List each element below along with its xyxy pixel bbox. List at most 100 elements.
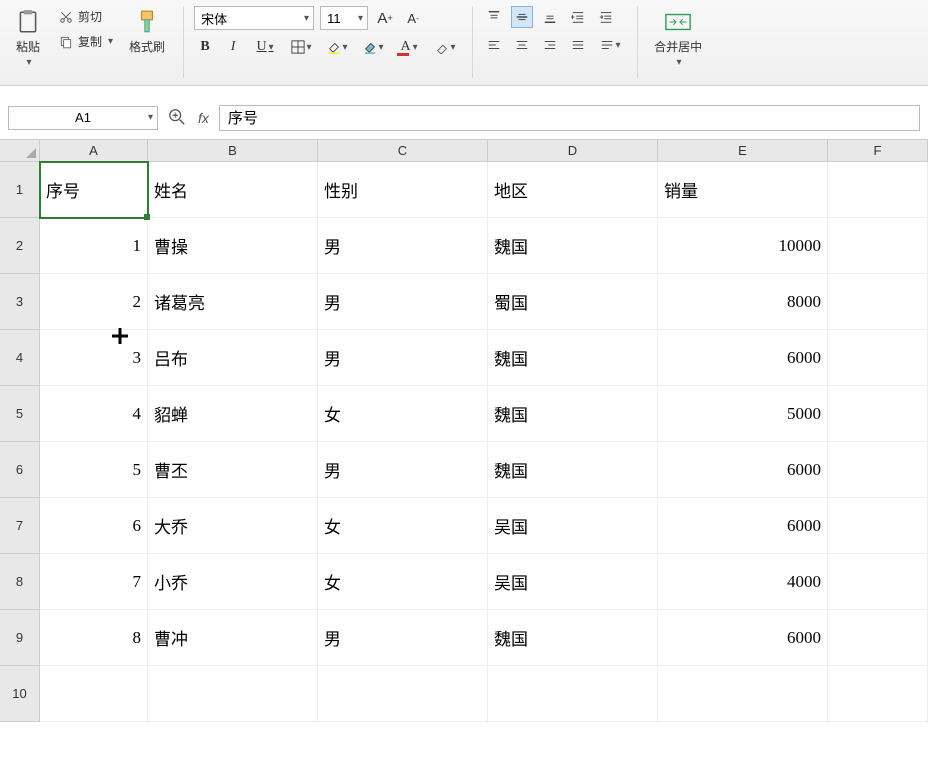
fill-pattern-button[interactable]: ▾ [358, 36, 388, 58]
cell-E4[interactable]: 6000 [658, 330, 828, 386]
cell-E3[interactable]: 8000 [658, 274, 828, 330]
cell-C6[interactable]: 男 [318, 442, 488, 498]
cell-C2[interactable]: 男 [318, 218, 488, 274]
cell-C7[interactable]: 女 [318, 498, 488, 554]
justify-button[interactable] [567, 34, 589, 56]
decrease-indent-button[interactable] [567, 6, 589, 28]
cell-D8[interactable]: 吴国 [488, 554, 658, 610]
row-header-4[interactable]: 4 [0, 330, 40, 386]
cell-F4[interactable] [828, 330, 928, 386]
cell-D5[interactable]: 魏国 [488, 386, 658, 442]
row-header-7[interactable]: 7 [0, 498, 40, 554]
cell-A6[interactable]: 5 [40, 442, 148, 498]
decrease-font-button[interactable]: A- [402, 7, 424, 29]
row-header-3[interactable]: 3 [0, 274, 40, 330]
cell-D2[interactable]: 魏国 [488, 218, 658, 274]
bold-button[interactable]: B [194, 36, 216, 58]
cell-A9[interactable]: 8 [40, 610, 148, 666]
cut-button[interactable]: 剪切 [54, 6, 117, 27]
row-header-5[interactable]: 5 [0, 386, 40, 442]
cell-C4[interactable]: 男 [318, 330, 488, 386]
increase-font-button[interactable]: A+ [374, 7, 396, 29]
paste-button[interactable]: 粘贴▾ [8, 6, 48, 70]
row-header-2[interactable]: 2 [0, 218, 40, 274]
col-header-B[interactable]: B [148, 140, 318, 162]
align-middle-button[interactable] [511, 6, 533, 28]
cell-F5[interactable] [828, 386, 928, 442]
cell-C1[interactable]: 性别 [318, 162, 488, 218]
col-header-C[interactable]: C [318, 140, 488, 162]
cell-C8[interactable]: 女 [318, 554, 488, 610]
cell-B6[interactable]: 曹丕 [148, 442, 318, 498]
cell-F10[interactable] [828, 666, 928, 722]
cell-D7[interactable]: 吴国 [488, 498, 658, 554]
cell-D9[interactable]: 魏国 [488, 610, 658, 666]
row-header-1[interactable]: 1 [0, 162, 40, 218]
cell-B10[interactable] [148, 666, 318, 722]
cell-B8[interactable]: 小乔 [148, 554, 318, 610]
cell-C3[interactable]: 男 [318, 274, 488, 330]
cell-A3[interactable]: 2 [40, 274, 148, 330]
cell-E5[interactable]: 5000 [658, 386, 828, 442]
name-box[interactable]: A1 [8, 106, 158, 130]
cell-E2[interactable]: 10000 [658, 218, 828, 274]
increase-indent-button[interactable] [595, 6, 617, 28]
italic-button[interactable]: I [222, 36, 244, 58]
cell-F8[interactable] [828, 554, 928, 610]
cell-A4[interactable]: 3 [40, 330, 148, 386]
cell-F6[interactable] [828, 442, 928, 498]
row-header-10[interactable]: 10 [0, 666, 40, 722]
cell-F2[interactable] [828, 218, 928, 274]
row-header-9[interactable]: 9 [0, 610, 40, 666]
merge-center-button[interactable]: 合并居中▾ [648, 6, 708, 70]
cell-F7[interactable] [828, 498, 928, 554]
cell-E1[interactable]: 销量 [658, 162, 828, 218]
cell-A10[interactable] [40, 666, 148, 722]
cell-F9[interactable] [828, 610, 928, 666]
underline-button[interactable]: U▾ [250, 36, 280, 58]
cell-B4[interactable]: 吕布 [148, 330, 318, 386]
cell-A7[interactable]: 6 [40, 498, 148, 554]
cell-B3[interactable]: 诸葛亮 [148, 274, 318, 330]
col-header-A[interactable]: A [40, 140, 148, 162]
cell-E6[interactable]: 6000 [658, 442, 828, 498]
cell-D6[interactable]: 魏国 [488, 442, 658, 498]
cell-A8[interactable]: 7 [40, 554, 148, 610]
cell-A5[interactable]: 4 [40, 386, 148, 442]
cell-B9[interactable]: 曹冲 [148, 610, 318, 666]
cell-D3[interactable]: 蜀国 [488, 274, 658, 330]
cell-E8[interactable]: 4000 [658, 554, 828, 610]
cell-D4[interactable]: 魏国 [488, 330, 658, 386]
col-header-F[interactable]: F [828, 140, 928, 162]
cell-A2[interactable]: 1 [40, 218, 148, 274]
borders-button[interactable]: ▾ [286, 36, 316, 58]
cell-F1[interactable] [828, 162, 928, 218]
align-left-button[interactable] [483, 34, 505, 56]
format-painter-button[interactable]: 格式刷 [123, 6, 171, 57]
copy-button[interactable]: 复制▾ [54, 31, 117, 52]
fill-color-button[interactable]: ▾ [322, 36, 352, 58]
cell-F3[interactable] [828, 274, 928, 330]
fx-label[interactable]: fx [198, 110, 209, 126]
cell-A1[interactable]: 序号 [40, 162, 148, 218]
cell-B1[interactable]: 姓名 [148, 162, 318, 218]
cell-D10[interactable] [488, 666, 658, 722]
font-name-select[interactable]: 宋体 [194, 6, 314, 30]
cell-B2[interactable]: 曹操 [148, 218, 318, 274]
cell-C10[interactable] [318, 666, 488, 722]
align-bottom-button[interactable] [539, 6, 561, 28]
align-top-button[interactable] [483, 6, 505, 28]
select-all-corner[interactable] [0, 140, 40, 162]
eraser-button[interactable]: ▾ [430, 36, 460, 58]
cell-C5[interactable]: 女 [318, 386, 488, 442]
cell-B7[interactable]: 大乔 [148, 498, 318, 554]
cell-E10[interactable] [658, 666, 828, 722]
cell-D1[interactable]: 地区 [488, 162, 658, 218]
align-center-button[interactable] [511, 34, 533, 56]
cell-B5[interactable]: 貂蝉 [148, 386, 318, 442]
col-header-D[interactable]: D [488, 140, 658, 162]
col-header-E[interactable]: E [658, 140, 828, 162]
align-right-button[interactable] [539, 34, 561, 56]
font-size-select[interactable]: 11 [320, 6, 368, 30]
cell-E9[interactable]: 6000 [658, 610, 828, 666]
